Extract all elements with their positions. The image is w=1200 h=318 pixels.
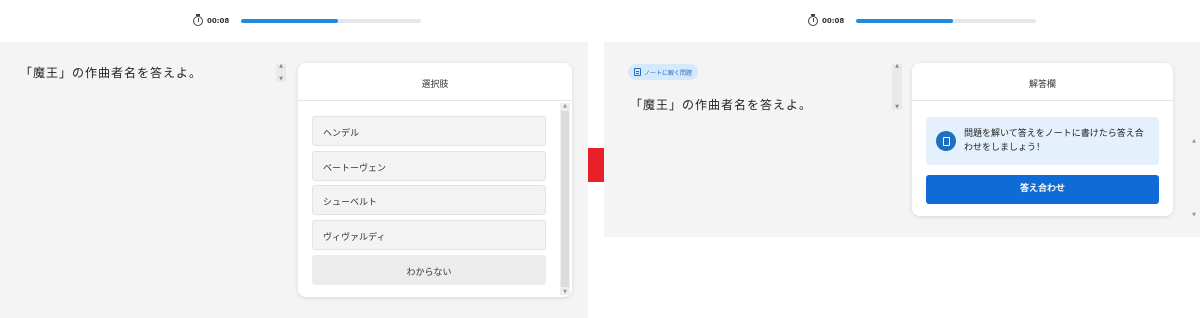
choices-scrollbar[interactable]: ▲ ▼ xyxy=(560,103,570,295)
answer-card: 解答欄 問題を解いて答えをノートに書けたら答え合わせをしましょう！ 答え合わせ xyxy=(912,63,1173,216)
scroll-down-icon[interactable]: ▼ xyxy=(1192,212,1196,218)
comparison-screenshot: 00:08 「魔王」の作曲者名を答えよ。 ▲ ▼ 選択肢 ヘンデル ベートーヴェ… xyxy=(0,0,1200,318)
notebook-icon xyxy=(936,131,956,151)
right-question-panel: ノートに解く問題 「魔王」の作曲者名を答えよ。 ▲ ▼ 解答欄 問題を解いて答え… xyxy=(604,42,1200,237)
time-progress-bar xyxy=(241,19,422,23)
stopwatch-icon xyxy=(808,14,818,26)
instruction-text: 問題を解いて答えをノートに書けたら答え合わせをしましょう！ xyxy=(964,129,1144,153)
stopwatch-icon xyxy=(193,14,203,26)
choice-option[interactable]: ヘンデル xyxy=(312,116,546,146)
scroll-up-icon[interactable]: ▲ xyxy=(563,103,567,109)
question-text: 「魔王」の作曲者名を答えよ。 xyxy=(20,66,203,80)
scroll-down-icon[interactable]: ▼ xyxy=(563,289,567,295)
question-scrollbar[interactable]: ▲ ▼ xyxy=(892,64,902,110)
timer-text: 00:08 xyxy=(207,17,230,25)
timer-text: 00:08 xyxy=(822,17,845,25)
time-progress-fill xyxy=(856,19,954,23)
choices-card-title: 選択肢 xyxy=(298,63,572,101)
time-progress-fill xyxy=(241,19,339,23)
scrollbar-thumb[interactable] xyxy=(561,111,569,287)
notebook-icon xyxy=(634,68,641,76)
choice-option[interactable]: シューベルト xyxy=(312,185,546,215)
instruction-box: 問題を解いて答えをノートに書けたら答え合わせをしましょう！ xyxy=(926,117,1159,165)
scroll-up-icon[interactable]: ▲ xyxy=(279,64,283,69)
check-answer-button[interactable]: 答え合わせ xyxy=(926,175,1159,204)
choices-card: 選択肢 ヘンデル ベートーヴェン シューベルト ヴィヴァルディ わからない ▲ … xyxy=(298,63,572,297)
left-timer-bar: 00:08 xyxy=(193,0,422,42)
page-scrollbar[interactable]: ▲ ▼ xyxy=(1190,138,1198,218)
scroll-down-icon[interactable]: ▼ xyxy=(279,77,283,82)
unknown-button[interactable]: わからない xyxy=(312,255,546,285)
time-progress-bar xyxy=(856,19,1037,23)
question-scrollbar[interactable]: ▲ ▼ xyxy=(276,64,286,82)
notebook-problem-tag: ノートに解く問題 xyxy=(628,64,699,80)
question-text: 「魔王」の作曲者名を答えよ。 xyxy=(630,98,813,112)
choice-option[interactable]: ベートーヴェン xyxy=(312,151,546,181)
scroll-down-icon[interactable]: ▼ xyxy=(895,105,899,110)
scroll-up-icon[interactable]: ▲ xyxy=(895,64,899,69)
left-question-panel: 「魔王」の作曲者名を答えよ。 ▲ ▼ 選択肢 ヘンデル ベートーヴェン シューベ… xyxy=(0,42,588,318)
scroll-up-icon[interactable]: ▲ xyxy=(1192,138,1196,144)
tag-label: ノートに解く問題 xyxy=(644,69,693,77)
answer-card-title: 解答欄 xyxy=(912,63,1173,101)
right-timer-bar: 00:08 xyxy=(808,0,1037,42)
choice-option[interactable]: ヴィヴァルディ xyxy=(312,220,546,250)
